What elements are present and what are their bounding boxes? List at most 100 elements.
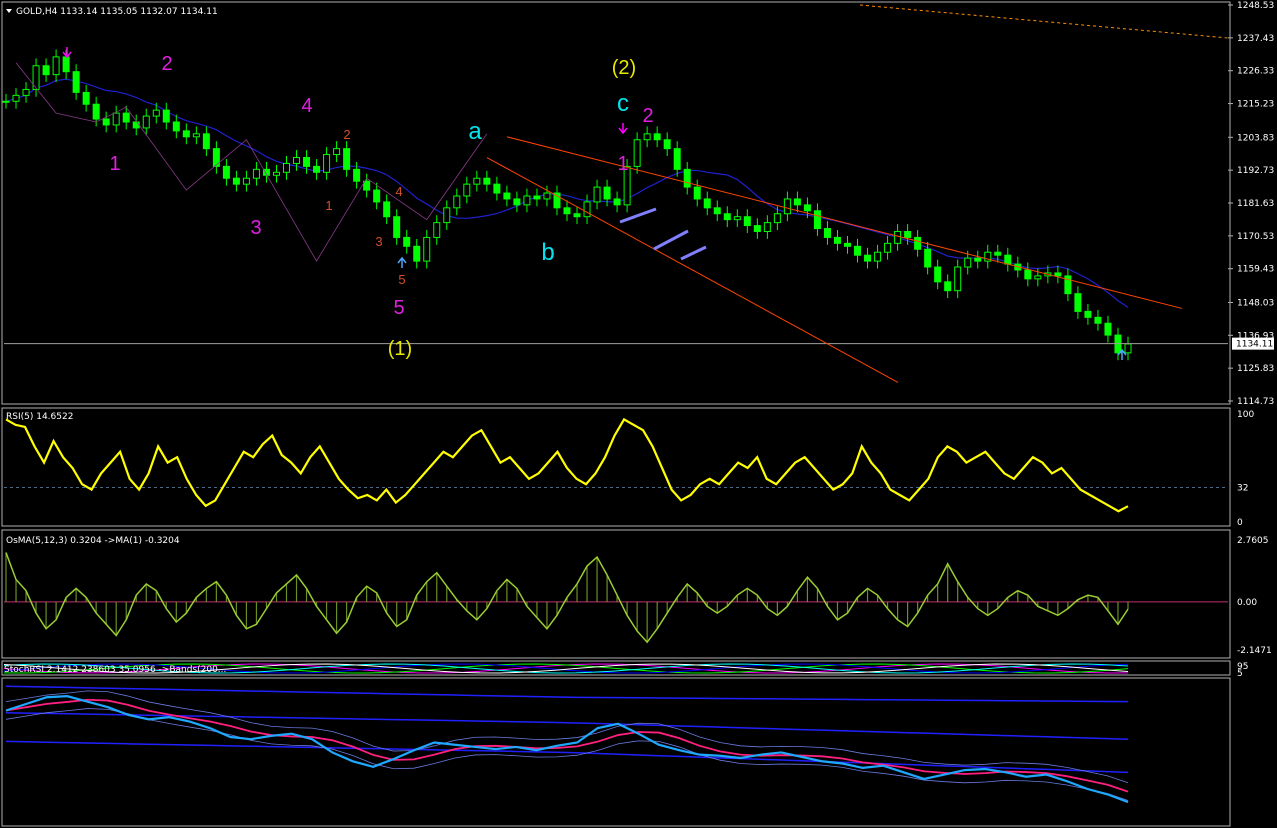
band-line bbox=[5, 685, 1129, 703]
candle-body bbox=[182, 130, 190, 138]
candle-body bbox=[713, 207, 721, 215]
candle-body bbox=[603, 186, 611, 200]
candle-body bbox=[152, 109, 160, 117]
candle-body bbox=[743, 216, 751, 227]
envelope-upper-line bbox=[5, 690, 1129, 784]
candle-body bbox=[343, 148, 351, 170]
candle-body bbox=[1094, 316, 1102, 324]
candle-body bbox=[854, 245, 862, 256]
price-tick-label: 1203.83 bbox=[1237, 133, 1274, 143]
candle-body bbox=[613, 198, 621, 206]
candle-body bbox=[383, 201, 391, 218]
candle-body bbox=[653, 133, 661, 141]
candle-body bbox=[112, 112, 120, 126]
candle-body bbox=[633, 139, 641, 167]
dashed-trendline bbox=[859, 4, 1229, 39]
rsi-layer: 100 32 0 bbox=[4, 410, 1254, 528]
candle-body bbox=[874, 251, 882, 262]
wave-label-orange-small: 3 bbox=[375, 234, 382, 249]
candle-body bbox=[753, 225, 761, 233]
candle-body bbox=[1124, 343, 1132, 354]
candle-body bbox=[313, 165, 321, 173]
candle-body bbox=[563, 207, 571, 215]
diagonal-arrow-icon bbox=[619, 207, 657, 224]
osma-layer: 2.7605 0.00 -2.1471 bbox=[4, 536, 1272, 656]
wave-label-magenta: 5 bbox=[393, 297, 404, 319]
osma-title: OsMA(5,12,3) 0.3204 ->MA(1) -0.3204 bbox=[6, 536, 180, 546]
osma-tick-label: -2.1471 bbox=[1237, 646, 1272, 656]
candle-body bbox=[162, 109, 170, 123]
candle-body bbox=[12, 94, 20, 102]
candle-body bbox=[683, 168, 691, 188]
price-tick-label: 1192.73 bbox=[1237, 166, 1274, 176]
diagonal-arrow-icon bbox=[653, 229, 689, 251]
price-tick-label: 1181.63 bbox=[1237, 199, 1274, 209]
price-tick-label: 1159.43 bbox=[1237, 265, 1274, 275]
candle-body bbox=[934, 266, 942, 283]
candle-body bbox=[172, 121, 180, 132]
price-tick-label: 1170.53 bbox=[1237, 232, 1274, 242]
price-layer: 1248.53 1237.43 1226.33 1215.23 1203.83 1192.… bbox=[2, 1, 1274, 407]
candle-body bbox=[793, 198, 801, 206]
bands-ma-line bbox=[5, 698, 1129, 793]
wave-label-orange-small: 1 bbox=[325, 198, 332, 213]
candle-body bbox=[864, 254, 872, 262]
candle-body bbox=[283, 162, 290, 173]
candle-body bbox=[473, 177, 481, 185]
dropdown-triangle-icon[interactable] bbox=[6, 9, 12, 13]
wave-label-orange-small: 5 bbox=[398, 272, 405, 287]
rsi-tick-label: 32 bbox=[1237, 483, 1248, 493]
candle-body bbox=[1024, 269, 1032, 280]
osma-tick-label: 0.00 bbox=[1237, 598, 1257, 608]
price-tick-label: 1215.23 bbox=[1237, 100, 1274, 110]
candle-body bbox=[303, 157, 311, 167]
wave-label-cyan: c bbox=[617, 90, 629, 117]
candle-body bbox=[813, 210, 821, 230]
candle-body bbox=[413, 245, 421, 262]
candle-body bbox=[914, 236, 922, 250]
candle-body bbox=[42, 65, 50, 76]
price-tick-label: 1226.33 bbox=[1237, 67, 1274, 77]
candle-body bbox=[212, 148, 220, 167]
stoch-title: StochRSI 2.1412 238603 35.0956 ->Bands(2… bbox=[4, 665, 226, 675]
candle-body bbox=[954, 266, 962, 292]
candle-body bbox=[222, 165, 230, 179]
bands-price-line bbox=[5, 695, 1129, 804]
rsi-line bbox=[5, 417, 1129, 513]
candle-body bbox=[844, 242, 851, 247]
candle-body bbox=[904, 231, 912, 238]
candle-body bbox=[142, 115, 150, 129]
candle-body bbox=[122, 112, 130, 123]
candle-body bbox=[202, 133, 210, 150]
candle-body bbox=[1104, 322, 1112, 336]
wave-label-magenta: 1 bbox=[617, 153, 628, 175]
wave-label-magenta: 1 bbox=[109, 153, 120, 175]
candle-body bbox=[503, 192, 511, 200]
band-line bbox=[5, 711, 1129, 740]
candle-body bbox=[22, 88, 30, 96]
candle-body bbox=[513, 198, 521, 206]
candle-body bbox=[423, 236, 431, 262]
price-tick-label: 1248.53 bbox=[1237, 1, 1274, 11]
diagonal-arrow-icon bbox=[680, 245, 707, 261]
candle-body bbox=[323, 154, 331, 173]
candle-body bbox=[62, 56, 70, 73]
candle-body bbox=[523, 195, 531, 206]
stoch-tick-label: 5 bbox=[1237, 669, 1243, 679]
wave-label-magenta: 2 bbox=[161, 53, 172, 75]
price-tick-label: 1125.83 bbox=[1237, 364, 1274, 374]
band-line bbox=[5, 740, 1129, 774]
candle-body bbox=[232, 177, 240, 185]
candle-body bbox=[823, 228, 831, 238]
candle-body bbox=[583, 201, 591, 218]
price-tick-label: 1148.03 bbox=[1237, 298, 1274, 308]
bands-layer bbox=[5, 685, 1129, 804]
candle-body bbox=[1034, 275, 1042, 280]
candle-body bbox=[663, 139, 671, 150]
candle-body bbox=[994, 251, 1002, 256]
current-price-label: 1134.11 bbox=[1236, 340, 1273, 350]
price-title: GOLD,H4 1133.14 1135.05 1132.07 1134.11 bbox=[16, 7, 218, 17]
wave-label-orange-small: 4 bbox=[395, 184, 402, 199]
candle-body bbox=[463, 183, 471, 197]
price-tick-label: 1237.43 bbox=[1237, 34, 1274, 44]
